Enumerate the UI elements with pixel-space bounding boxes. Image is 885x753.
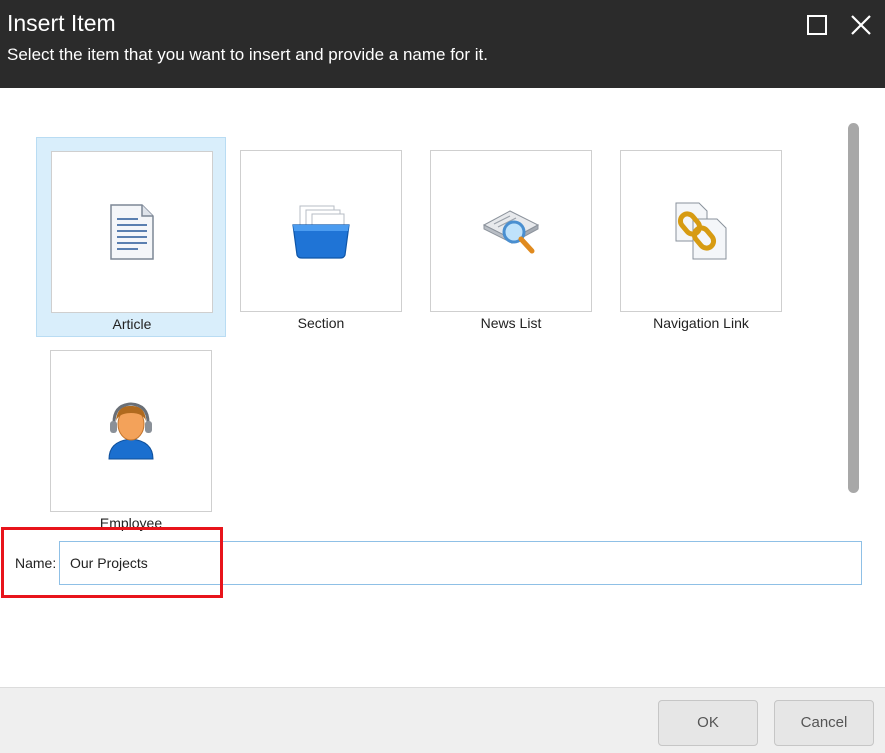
link-document-icon [675,202,727,260]
item-tile-navigation-link[interactable]: Navigation Link [606,137,796,337]
dialog-header: Insert Item Select the item that you wan… [0,0,885,88]
vertical-scrollbar[interactable] [848,123,859,493]
item-tile-label: Employee [99,515,163,531]
item-tile-label: Article [112,316,152,332]
item-tile-frame [240,150,402,312]
name-input[interactable]: Our Projects [59,541,862,585]
close-icon [851,15,871,35]
item-tile-frame [620,150,782,312]
newspaper-search-icon [482,210,540,254]
dialog-footer: OK Cancel [0,687,885,753]
name-row: Name: Our Projects [0,540,885,586]
folder-icon [292,205,350,259]
close-button[interactable] [850,14,872,36]
item-tile-frame [50,350,212,512]
item-tile-frame [51,151,213,313]
item-tile-label: Navigation Link [653,315,749,331]
item-tile-label: Section [297,315,345,331]
item-tile-label: News List [480,315,542,331]
dialog-title: Insert Item [7,10,116,36]
item-tile-frame [430,150,592,312]
item-tile-article[interactable]: Article [36,137,226,337]
item-picker: Article Section News List Navigation Lin… [0,88,885,687]
item-tile-news-list[interactable]: News List [416,137,606,337]
document-icon [110,204,154,260]
cancel-button[interactable]: Cancel [774,700,874,746]
item-tile-employee[interactable]: Employee [36,337,226,537]
maximize-icon [807,15,827,35]
ok-button[interactable]: OK [658,700,758,746]
dialog-subtitle: Select the item that you want to insert … [7,45,488,64]
name-label: Name: [15,555,57,571]
item-tile-section[interactable]: Section [226,137,416,337]
user-headset-icon [108,402,154,460]
maximize-button[interactable] [806,14,828,36]
